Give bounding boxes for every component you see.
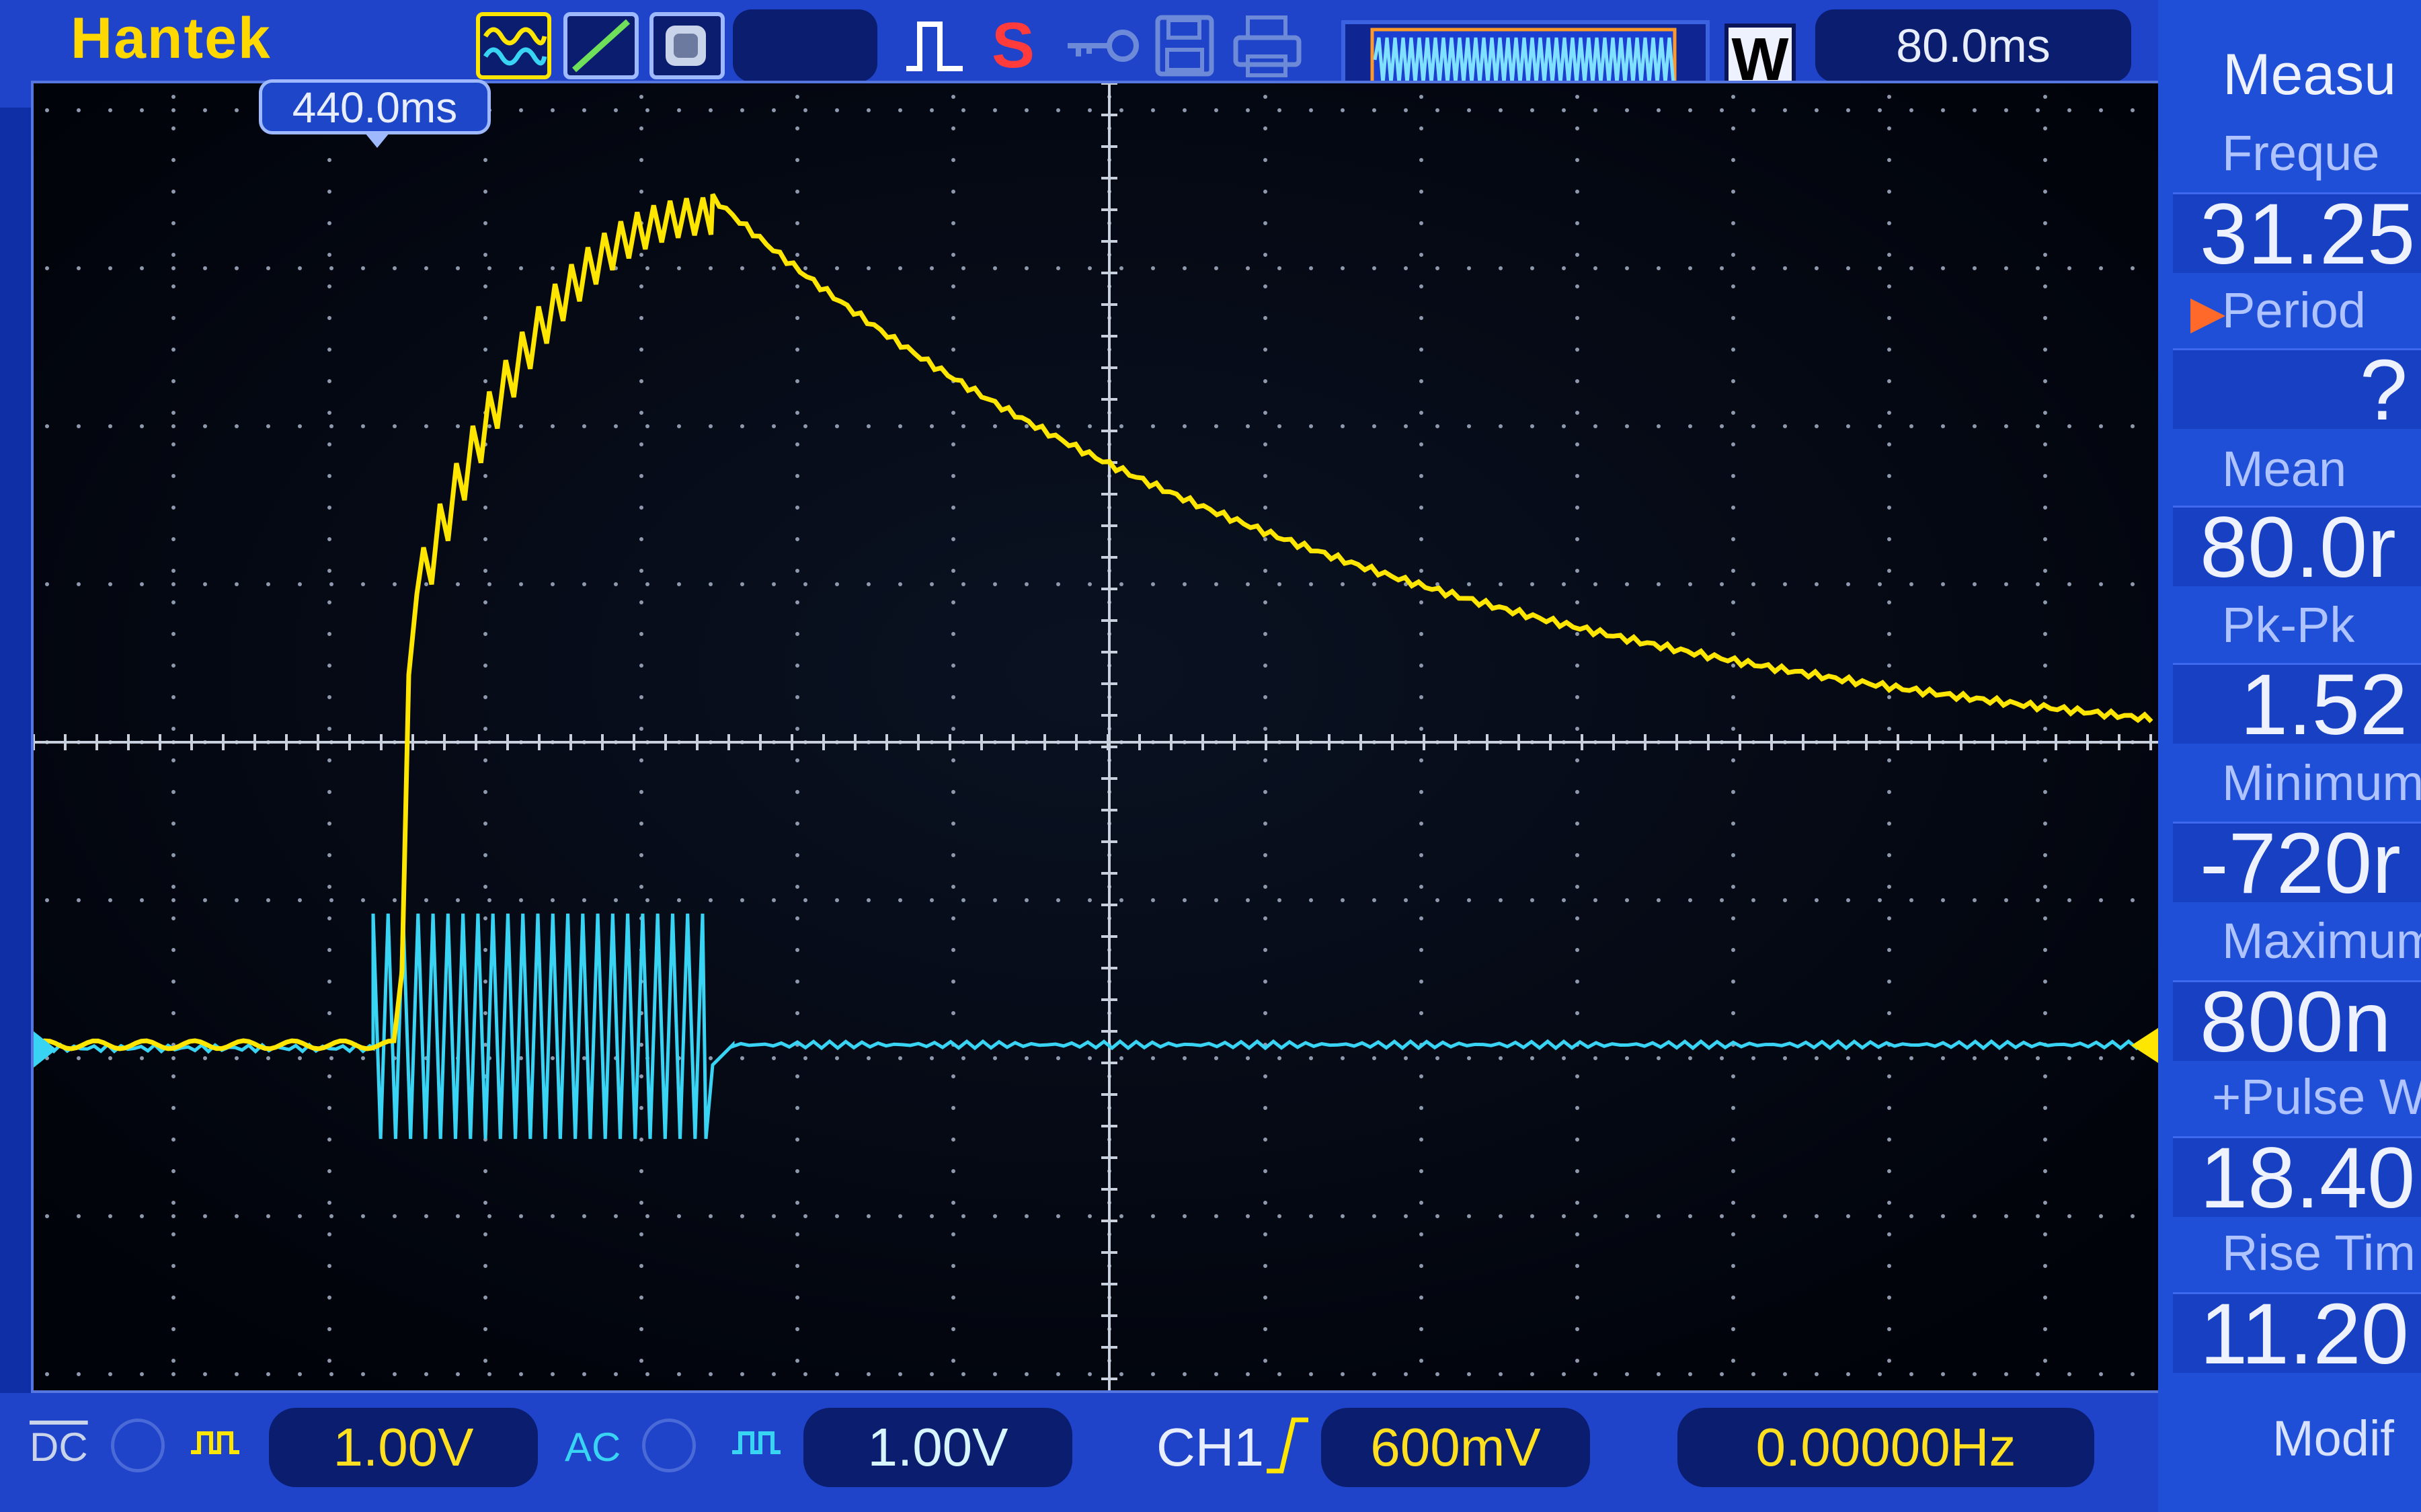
ch2-coupling[interactable]: AC [565,1408,621,1487]
ch1-volts-div[interactable]: 1.00V [269,1408,538,1487]
ch2-volts-div[interactable]: 1.00V [803,1408,1072,1487]
run-status[interactable]: S [983,12,1043,79]
ch2-line-icon[interactable] [563,12,639,79]
empty-status-slot [733,9,877,82]
waveform-display[interactable] [31,81,2161,1393]
ch2-bandwidth-limit-icon[interactable] [642,1419,696,1472]
measure-value-pulse-width[interactable]: 18.40 [2173,1136,2421,1217]
selected-arrow-icon [2190,299,2225,333]
waveform-canvas [34,83,2158,1390]
bottom-status-bar: DC 1.00V AC 1.00V CH1 600mV 0.00000Hz [0,1393,2158,1512]
trigger-source[interactable]: CH1 [1156,1408,1264,1487]
trigger-position-label[interactable]: 440.0ms [259,79,491,134]
measure-value-pkpk[interactable]: 1.52 [2173,663,2421,744]
rising-edge-icon[interactable] [1264,1415,1311,1475]
measure-label-mean: Mean [2222,441,2347,497]
ch1-invert-icon[interactable] [188,1419,242,1472]
measure-value-mean[interactable]: 80.0r [2173,506,2421,586]
measure-modify-button[interactable]: Modif [2158,1405,2421,1472]
measure-value-frequency[interactable]: 31.25 [2173,192,2421,273]
ch1-coupling[interactable]: DC [30,1408,88,1487]
measure-label-rise-time: Rise Tim [2222,1225,2416,1281]
measure-title: Measu [2223,42,2397,107]
measure-value-minimum[interactable]: -720r [2173,822,2421,902]
print-icon[interactable] [1230,12,1304,79]
frequency-counter[interactable]: 0.00000Hz [1677,1408,2094,1487]
measure-label-pkpk: Pk-Pk [2222,597,2355,653]
key-icon[interactable] [1061,12,1142,79]
trigger-level[interactable]: 600mV [1321,1408,1590,1487]
measure-label-maximum: Maximum [2222,913,2421,969]
brand-logo: Hantek [71,6,272,71]
measure-panel: Measu Freque 31.25 Period ? Mean 80.0r P… [2158,0,2421,1512]
timebase-display[interactable]: 80.0ms [1815,9,2131,82]
measure-value-maximum[interactable]: 800n [2173,980,2421,1061]
trigger-position-pointer [365,133,389,148]
probe-icon[interactable] [649,12,725,79]
measure-value-period[interactable]: ? [2173,348,2421,429]
measure-label-minimum: Minimum [2222,755,2421,811]
ch1-wave-icon[interactable] [476,12,551,79]
pulse-icon[interactable] [901,12,968,79]
measure-value-rise-time[interactable]: 11.20 [2173,1292,2421,1373]
ch2-invert-icon[interactable] [729,1419,783,1472]
measure-label-pulse-width: +Pulse W [2212,1069,2421,1125]
save-icon[interactable] [1151,12,1218,79]
bandwidth-limit-icon[interactable] [111,1419,165,1472]
measure-label-frequency: Freque [2222,125,2380,181]
